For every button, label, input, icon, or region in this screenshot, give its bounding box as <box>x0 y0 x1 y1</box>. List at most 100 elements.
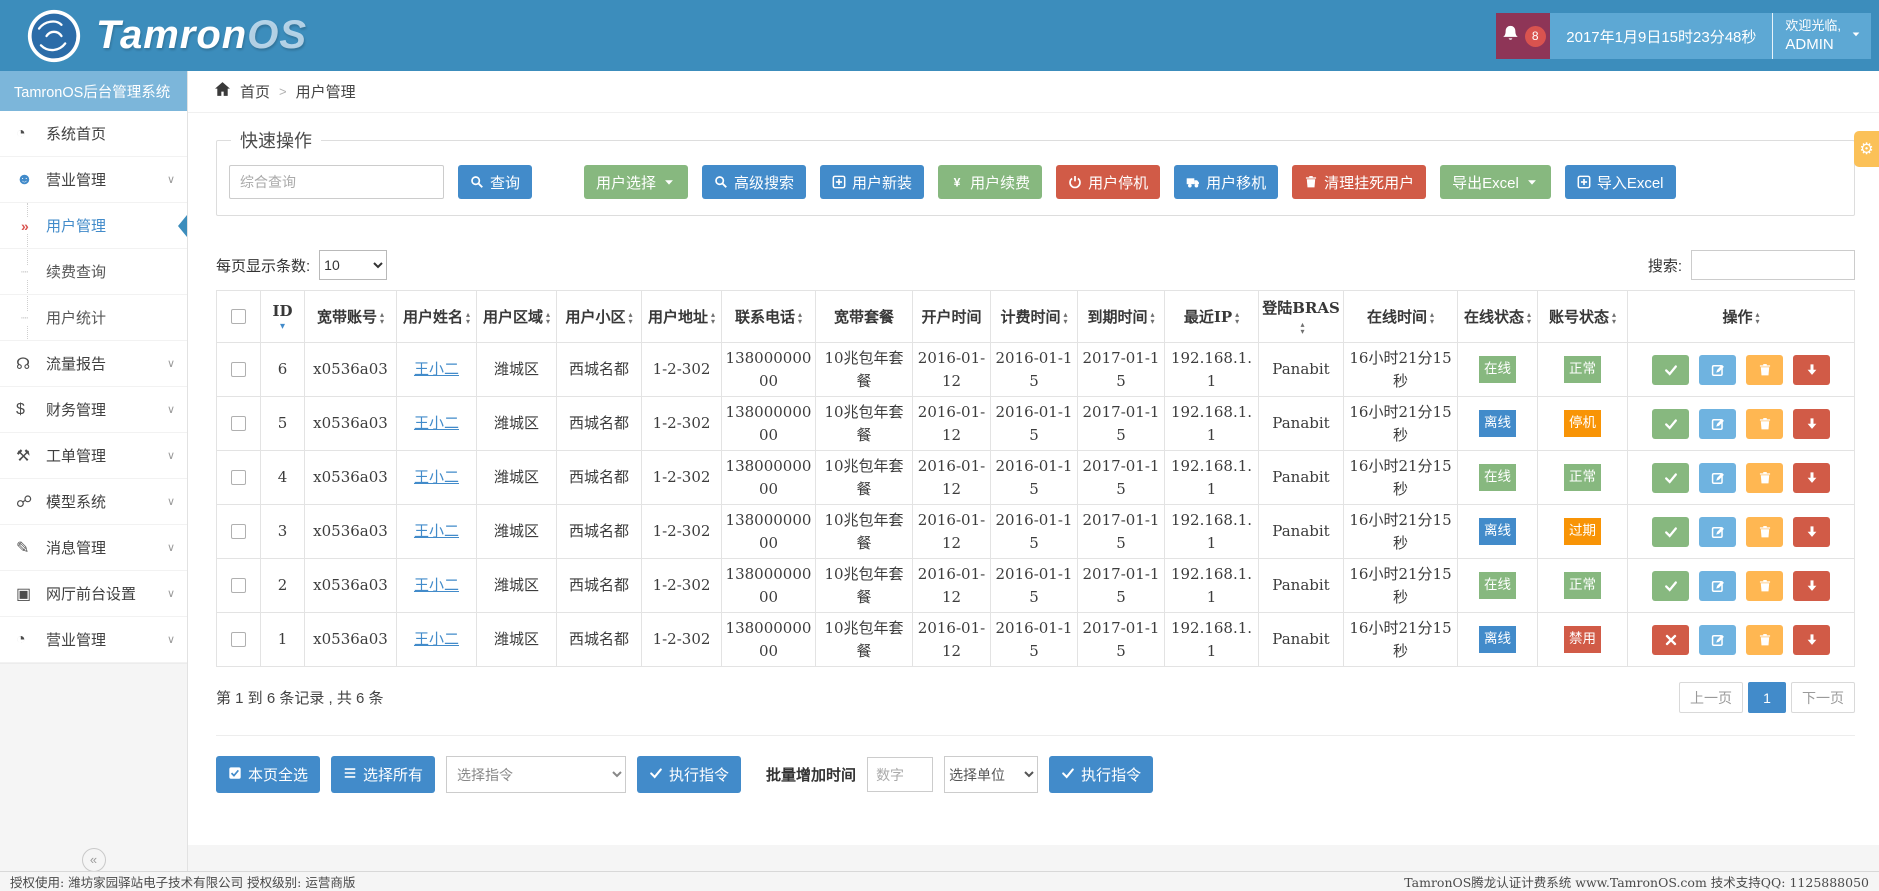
toolbar-button-4[interactable]: 用户新装 <box>820 165 924 199</box>
toolbar-button-1[interactable]: 查询 <box>458 165 532 199</box>
edit-button[interactable] <box>1699 571 1736 601</box>
approve-button[interactable] <box>1652 517 1689 547</box>
column-header-11[interactable]: 计费时间▴▾ <box>991 291 1078 343</box>
row-checkbox[interactable] <box>231 416 246 431</box>
user-table: ID▾宽带账号▴▾用户姓名▴▾用户区域▴▾用户小区▴▾用户地址▴▾联系电话▴▾宽… <box>216 290 1855 667</box>
user-name-link[interactable]: 王小二 <box>414 360 459 378</box>
combined-search-input[interactable] <box>229 165 444 199</box>
settings-pull-tab[interactable]: ⚙ <box>1854 131 1879 167</box>
select-page-button[interactable]: 本页全选 <box>216 756 320 793</box>
sort-icon: ▴▾ <box>1527 311 1531 325</box>
column-header-5[interactable]: 用户区域▴▾ <box>477 291 557 343</box>
sidebar-subitem-1[interactable]: »用户管理 <box>0 203 187 249</box>
page-size-select[interactable]: 10 <box>319 250 387 280</box>
user-name-link[interactable]: 王小二 <box>414 468 459 486</box>
delete-button[interactable] <box>1746 625 1783 655</box>
notifications-button[interactable]: 8 <box>1496 13 1550 59</box>
row-checkbox-cell <box>217 505 261 559</box>
download-button[interactable] <box>1793 625 1830 655</box>
execute-command-button-2[interactable]: 执行指令 <box>1049 756 1153 793</box>
download-button[interactable] <box>1793 463 1830 493</box>
user-name-link[interactable]: 王小二 <box>414 522 459 540</box>
column-header-8[interactable]: 联系电话▴▾ <box>722 291 816 343</box>
sidebar-collapse-button[interactable]: « <box>82 848 106 872</box>
select-all-button[interactable]: 选择所有 <box>331 756 435 793</box>
row-checkbox[interactable] <box>231 632 246 647</box>
toolbar-button-7[interactable]: 用户移机 <box>1174 165 1278 199</box>
delete-button[interactable] <box>1746 409 1783 439</box>
column-header-9[interactable]: 宽带套餐 <box>816 291 913 343</box>
toolbar-button-2[interactable]: 用户选择 <box>584 165 688 199</box>
delete-button[interactable] <box>1746 355 1783 385</box>
download-button[interactable] <box>1793 571 1830 601</box>
user-name-link[interactable]: 王小二 <box>414 576 459 594</box>
download-button[interactable] <box>1793 355 1830 385</box>
column-header-18[interactable]: 操作▴▾ <box>1628 291 1855 343</box>
disable-button[interactable] <box>1652 625 1689 655</box>
edit-button[interactable] <box>1699 625 1736 655</box>
admin-menu[interactable]: 欢迎光临, ADMIN <box>1772 13 1871 59</box>
column-header-7[interactable]: 用户地址▴▾ <box>642 291 722 343</box>
approve-button[interactable] <box>1652 355 1689 385</box>
sidebar-item-8[interactable]: ▣网厅前台设置∨ <box>0 571 187 617</box>
column-header-13[interactable]: 最近IP▴▾ <box>1165 291 1259 343</box>
delete-button[interactable] <box>1746 463 1783 493</box>
row-checkbox[interactable] <box>231 470 246 485</box>
column-header-17[interactable]: 账号状态▴▾ <box>1538 291 1628 343</box>
column-header-10[interactable]: 开户时间 <box>913 291 991 343</box>
column-header-15[interactable]: 在线时间▴▾ <box>1344 291 1458 343</box>
column-header-16[interactable]: 在线状态▴▾ <box>1458 291 1538 343</box>
edit-button[interactable] <box>1699 355 1736 385</box>
sidebar-item-6[interactable]: ☍模型系统∨ <box>0 479 187 525</box>
row-checkbox[interactable] <box>231 362 246 377</box>
edit-button[interactable] <box>1699 517 1736 547</box>
sidebar-item-9[interactable]: ◔营业管理∨ <box>0 617 187 663</box>
approve-button[interactable] <box>1652 571 1689 601</box>
breadcrumb-home[interactable]: 首页 <box>240 81 270 102</box>
toolbar-button-label: 查询 <box>490 172 520 193</box>
approve-button[interactable] <box>1652 463 1689 493</box>
delete-button[interactable] <box>1746 571 1783 601</box>
delete-button[interactable] <box>1746 517 1783 547</box>
column-header-4[interactable]: 用户姓名▴▾ <box>397 291 477 343</box>
download-button[interactable] <box>1793 517 1830 547</box>
row-checkbox[interactable] <box>231 578 246 593</box>
table-search-input[interactable] <box>1691 250 1855 280</box>
sidebar-item-1[interactable]: ◔系统首页 <box>0 111 187 157</box>
user-name-link[interactable]: 王小二 <box>414 414 459 432</box>
sidebar-item-4[interactable]: $财务管理∨ <box>0 387 187 433</box>
toolbar-button-3[interactable]: 高级搜索 <box>702 165 806 199</box>
sidebar-item-5[interactable]: ⚒工单管理∨ <box>0 433 187 479</box>
next-page-button[interactable]: 下一页 <box>1791 682 1855 713</box>
approve-button[interactable] <box>1652 409 1689 439</box>
sidebar-item-2[interactable]: ☻营业管理∨ <box>0 157 187 203</box>
edit-button[interactable] <box>1699 463 1736 493</box>
column-header-14[interactable]: 登陆BRAS▴▾ <box>1259 291 1344 343</box>
toolbar-button-9[interactable]: 导出Excel <box>1440 165 1551 199</box>
column-header-2[interactable]: ID▾ <box>261 291 305 343</box>
execute-command-button[interactable]: 执行指令 <box>637 756 741 793</box>
toolbar-button-5[interactable]: ¥用户续费 <box>938 165 1042 199</box>
sidebar-subitem-3[interactable]: ┈用户统计 <box>0 295 187 341</box>
command-select[interactable]: 选择指令 <box>446 756 626 793</box>
sidebar-subitem-2[interactable]: ┈续费查询 <box>0 249 187 295</box>
sidebar-item-3[interactable]: ☊流量报告∨ <box>0 341 187 387</box>
user-name-link[interactable]: 王小二 <box>414 630 459 648</box>
toolbar-button-10[interactable]: 导入Excel <box>1565 165 1676 199</box>
current-page-button[interactable]: 1 <box>1748 682 1786 713</box>
row-checkbox[interactable] <box>231 524 246 539</box>
download-button[interactable] <box>1793 409 1830 439</box>
edit-button[interactable] <box>1699 409 1736 439</box>
toolbar-button-label: 用户停机 <box>1088 172 1148 193</box>
column-header-6[interactable]: 用户小区▴▾ <box>557 291 642 343</box>
prev-page-button[interactable]: 上一页 <box>1679 682 1743 713</box>
cell-id: 2 <box>261 559 305 613</box>
column-header-12[interactable]: 到期时间▴▾ <box>1078 291 1165 343</box>
toolbar-button-8[interactable]: 清理挂死用户 <box>1292 165 1426 199</box>
toolbar-button-6[interactable]: 用户停机 <box>1056 165 1160 199</box>
unit-select[interactable]: 选择单位 <box>944 756 1038 793</box>
column-header-3[interactable]: 宽带账号▴▾ <box>305 291 397 343</box>
batch-number-input[interactable] <box>867 757 933 792</box>
select-all-checkbox[interactable] <box>231 309 246 324</box>
sidebar-item-7[interactable]: ✎消息管理∨ <box>0 525 187 571</box>
